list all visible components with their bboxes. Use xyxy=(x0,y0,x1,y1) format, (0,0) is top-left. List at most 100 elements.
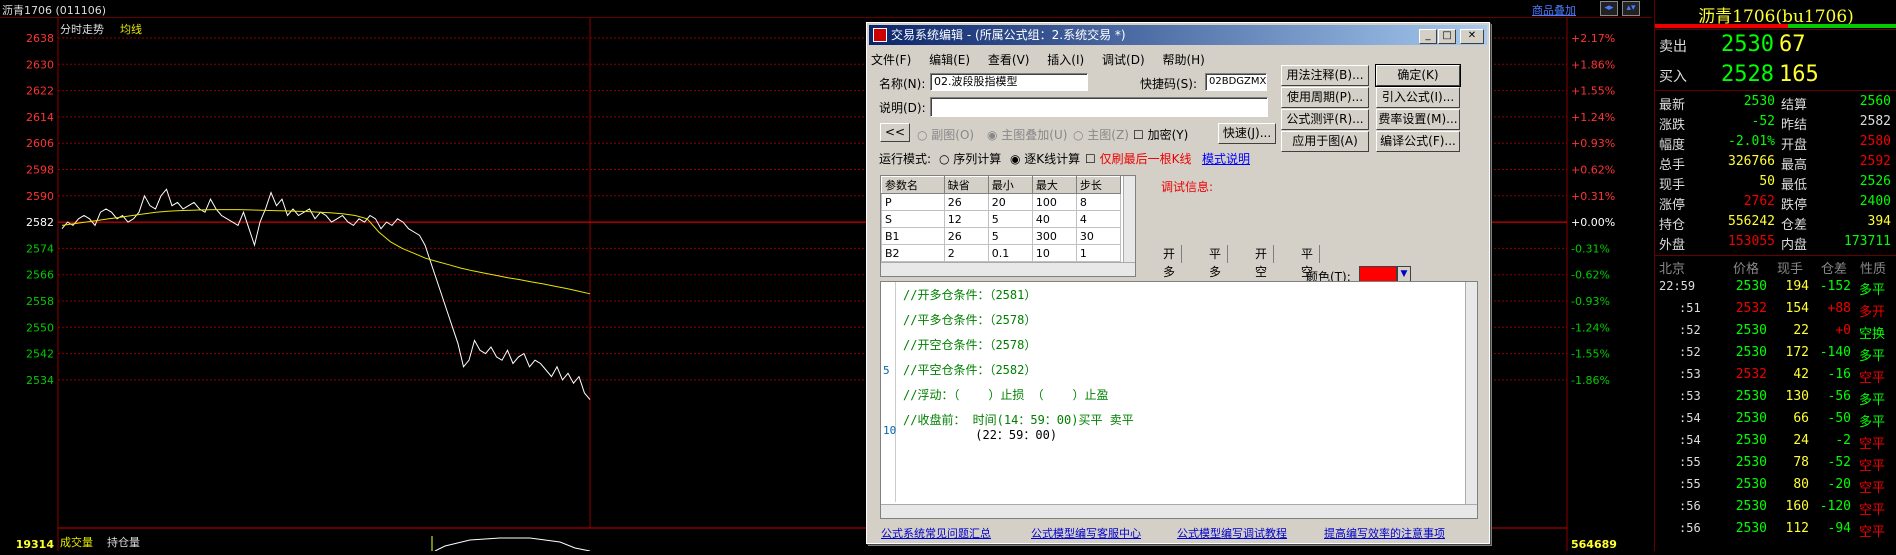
usage-notes-button[interactable]: 用法注释(B)... xyxy=(1281,65,1369,86)
menu-edit[interactable]: 编辑(E) xyxy=(929,49,970,68)
nav-left-icon[interactable]: ◂▸ xyxy=(1600,1,1618,16)
param-cell[interactable]: 0.1 xyxy=(987,244,1033,262)
nav-up-icon[interactable]: ▴▾ xyxy=(1622,1,1640,16)
cycle-button[interactable]: 使用周期(P)... xyxy=(1281,87,1369,108)
shortcut-input[interactable]: 02BDGZMX xyxy=(1205,73,1267,91)
name-input[interactable]: 02.波段股指模型 xyxy=(930,73,1088,91)
code-vscrollbar[interactable] xyxy=(1465,282,1477,504)
tab-close-long[interactable]: 平多 xyxy=(1203,245,1229,279)
menu-help[interactable]: 帮助(H) xyxy=(1162,49,1204,68)
param-cell[interactable]: 5 xyxy=(987,227,1033,245)
param-col-min[interactable]: 最小 xyxy=(987,176,1033,194)
tab-open-short[interactable]: 开空 xyxy=(1249,245,1275,279)
menu-debug[interactable]: 调试(D) xyxy=(1102,49,1145,68)
code-line[interactable]: //平多仓条件：（2578） xyxy=(903,311,1036,328)
param-col-max[interactable]: 最大 xyxy=(1031,176,1077,194)
tick-calc-radio[interactable]: ◉ 逐K线计算 xyxy=(1010,150,1080,167)
param-cell[interactable]: 1 xyxy=(1075,244,1122,262)
code-line[interactable]: (22：59：00) xyxy=(903,426,1057,443)
menu-view[interactable]: 查看(V) xyxy=(988,49,1030,68)
main-chart-radio[interactable]: ○ 主图(Z) xyxy=(1073,126,1129,143)
param-cell[interactable]: 40 xyxy=(1031,210,1077,228)
tab-open-long[interactable]: 开多 xyxy=(1157,245,1183,279)
pct-tick: -0.31% xyxy=(1571,242,1610,255)
menu-file[interactable]: 文件(F) xyxy=(871,49,911,68)
pct-tick: -1.86% xyxy=(1571,374,1610,387)
maximize-icon[interactable]: □ xyxy=(1438,29,1456,44)
param-row[interactable]: B2 2 0.1 10 1 xyxy=(881,244,1122,262)
param-cell[interactable]: B2 xyxy=(881,244,945,262)
param-cell[interactable]: B1 xyxy=(881,227,945,245)
tick-nature: 多平 xyxy=(1859,283,1886,298)
param-col-default[interactable]: 缺省 xyxy=(943,176,989,194)
description-input[interactable] xyxy=(930,97,1268,117)
stat-value: 394 xyxy=(1867,214,1891,229)
dialog-title-bar[interactable]: 交易系统编辑 - (所属公式组：2.系统交易 *) _ □ ✕ xyxy=(869,25,1487,45)
compile-formula-button[interactable]: 编译公式(F)... xyxy=(1376,131,1460,152)
tab-close-short[interactable]: 平空 xyxy=(1295,245,1321,279)
stat-label: 最低 xyxy=(1781,178,1808,193)
param-cell[interactable]: 10 xyxy=(1031,244,1077,262)
apply-to-chart-button[interactable]: 应用于图(A) xyxy=(1281,131,1369,152)
param-col-step[interactable]: 步长 xyxy=(1075,176,1122,194)
param-cell[interactable]: S xyxy=(881,210,945,228)
code-line[interactable]: //平空仓条件：（2582） xyxy=(903,361,1036,378)
volume-tick: 564689 xyxy=(1571,538,1617,551)
param-row[interactable]: S 12 5 40 4 xyxy=(881,210,1122,228)
param-row[interactable]: P 26 20 100 8 xyxy=(881,193,1122,211)
param-cell[interactable]: 4 xyxy=(1075,210,1122,228)
menu-insert[interactable]: 插入(I) xyxy=(1047,49,1084,68)
sub-chart-radio[interactable]: ○ 副图(O) xyxy=(917,126,974,143)
code-line[interactable]: //开空仓条件：（2578） xyxy=(903,336,1036,353)
last-bar-checkbox[interactable]: ☐ 仅刷最后一根K线 xyxy=(1085,150,1191,167)
service-center-link[interactable]: 公式模型编写客服中心 xyxy=(1031,525,1141,541)
tick-nature: 空平 xyxy=(1859,481,1886,496)
param-cell[interactable]: P xyxy=(881,193,945,211)
sell-volume: 67 xyxy=(1779,32,1806,57)
color-swatch[interactable] xyxy=(1359,266,1397,282)
mode-help-link[interactable]: 模式说明 xyxy=(1202,150,1250,167)
encrypt-checkbox[interactable]: ☐ 加密(Y) xyxy=(1133,126,1188,143)
faq-link[interactable]: 公式系统常见问题汇总 xyxy=(881,525,991,541)
efficiency-tips-link[interactable]: 提高编写效率的注意事项 xyxy=(1324,525,1445,541)
buy-volume: 165 xyxy=(1779,62,1819,87)
param-cell[interactable]: 26 xyxy=(943,193,989,211)
param-cell[interactable]: 300 xyxy=(1031,227,1077,245)
collapse-button[interactable]: << xyxy=(880,123,910,142)
chart-tab-label[interactable]: 分时走势 xyxy=(60,21,104,37)
tick-volume: 42 xyxy=(1793,367,1809,382)
code-hscrollbar[interactable] xyxy=(881,504,1477,518)
param-cell[interactable]: 8 xyxy=(1075,193,1122,211)
fee-settings-button[interactable]: 费率设置(M)... xyxy=(1376,109,1460,130)
param-vscrollbar[interactable] xyxy=(1123,176,1135,262)
price-tick: 2558 xyxy=(26,295,54,308)
tick-nature: 空平 xyxy=(1859,459,1886,474)
param-cell[interactable]: 26 xyxy=(943,227,989,245)
formula-code-editor[interactable]: 5 10 //开多仓条件：（2581） //平多仓条件：（2578） //开空仓… xyxy=(880,281,1478,519)
param-cell[interactable]: 2 xyxy=(943,244,989,262)
formula-test-button[interactable]: 公式测评(R)... xyxy=(1281,109,1369,130)
pct-tick: +1.55% xyxy=(1571,85,1615,98)
param-cell[interactable]: 20 xyxy=(987,193,1033,211)
sequence-calc-radio[interactable]: ○ 序列计算 xyxy=(939,150,1001,167)
param-row[interactable]: B1 26 5 300 30 xyxy=(881,227,1122,245)
param-cell[interactable]: 5 xyxy=(987,210,1033,228)
param-col-name[interactable]: 参数名 xyxy=(881,176,945,194)
product-overlay-link[interactable]: 商品叠加 xyxy=(1532,2,1576,18)
speed-button[interactable]: 快速(J)... xyxy=(1218,123,1276,144)
main-overlay-radio[interactable]: ◉ 主图叠加(U) xyxy=(987,126,1067,143)
code-line[interactable]: //浮动：（ ）止损 （ ）止盈 xyxy=(903,386,1108,403)
code-line[interactable]: //开多仓条件：（2581） xyxy=(903,286,1036,303)
close-icon[interactable]: ✕ xyxy=(1460,29,1484,44)
param-cell[interactable]: 100 xyxy=(1031,193,1077,211)
color-dropdown-icon[interactable]: ▼ xyxy=(1397,266,1411,282)
param-cell[interactable]: 12 xyxy=(943,210,989,228)
tick-volume: 78 xyxy=(1793,455,1809,470)
debug-tutorial-link[interactable]: 公式模型编写调试教程 xyxy=(1177,525,1287,541)
param-cell[interactable]: 30 xyxy=(1075,227,1122,245)
ok-button[interactable]: 确定(K) xyxy=(1375,64,1461,87)
minimize-icon[interactable]: _ xyxy=(1419,29,1437,44)
parameter-table[interactable]: 参数名 缺省 最小 最大 步长 P 26 20 100 8 S 12 5 40 4 B1 26 5 3… xyxy=(880,175,1136,277)
import-formula-button[interactable]: 引入公式(I)... xyxy=(1376,87,1460,108)
param-hscrollbar[interactable] xyxy=(881,262,1135,276)
